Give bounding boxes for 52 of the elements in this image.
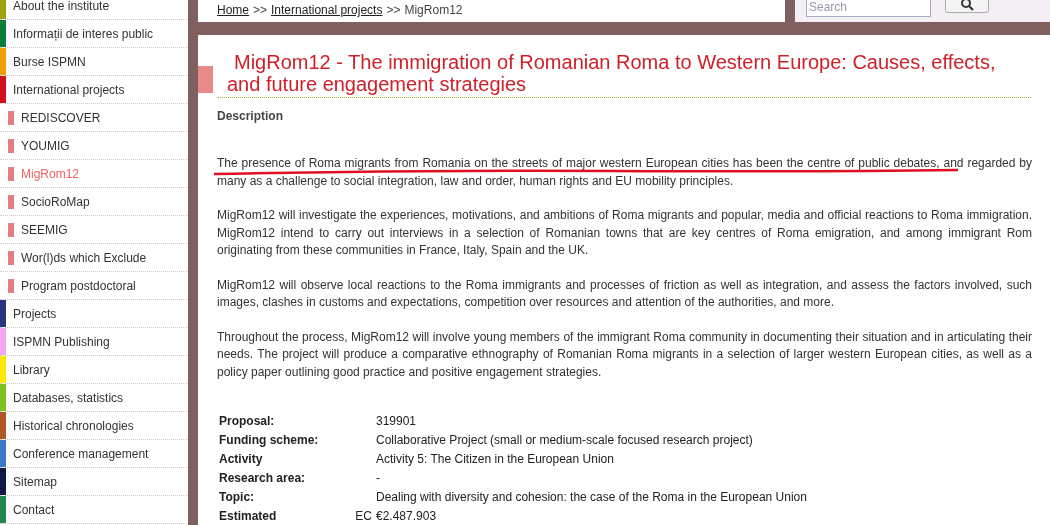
nav-item[interactable]: ISPMN Publishing xyxy=(0,328,188,356)
nav-item[interactable]: YOUMIG xyxy=(0,132,188,160)
page-title: MigRom12 - The immigration of Romanian Roma to Western Europe: Causes, effects, and future engagement strategies xyxy=(227,51,997,95)
breadcrumb-separator: >> xyxy=(253,2,268,19)
title-marker xyxy=(198,66,213,93)
detail-value: Dealing with diversity and cohesion: the case of the Roma in the European Union xyxy=(376,490,807,504)
nav-item[interactable]: Informații de interes public xyxy=(0,20,188,48)
nav-item[interactable]: Conference management xyxy=(0,440,188,468)
breadcrumb-link[interactable]: International projects xyxy=(271,1,383,19)
detail-label: Proposal: xyxy=(219,414,275,428)
breadcrumb-link[interactable]: Home xyxy=(217,1,249,19)
nav-item[interactable]: SocioRoMap xyxy=(0,188,188,216)
currency-prefix: EC xyxy=(355,508,372,525)
search-icon xyxy=(960,0,974,11)
nav-item[interactable]: Library xyxy=(0,356,188,384)
description-paragraph: Throughout the process, MigRom12 will involve young members of the immigrant Roma community in documenting their situation and in articulating their needs. The project will produce a comparative ethnography of Romanian Roma migrants in a selection of larger western European cities, as well as a policy paper outlining good practice and positive engagement strategies. xyxy=(217,328,1032,381)
item-marker xyxy=(8,195,14,209)
item-marker xyxy=(8,251,14,265)
detail-label: Funding scheme: xyxy=(219,433,319,447)
detail-label: Estimated xyxy=(219,509,277,523)
nav-item[interactable]: International projects xyxy=(0,76,188,104)
nav-item[interactable]: About the institute xyxy=(0,0,188,20)
detail-value: Activity 5: The Citizen in the European Union xyxy=(376,452,614,466)
item-marker xyxy=(8,279,14,293)
nav-item[interactable]: REDISCOVER xyxy=(0,104,188,132)
description-paragraph: MigRom12 will observe local reactions to the Roma immigrants and processes of friction as well as integration, and assess the factors involved, such images, clashes in customs and expectations, competition over resources and attention of the authorities, and more. xyxy=(217,276,1032,311)
section-heading: Description xyxy=(217,108,284,125)
nav-item[interactable]: Projects xyxy=(0,300,188,328)
item-marker xyxy=(8,139,14,153)
description-paragraph: MigRom12 will investigate the experiences, motivations, and ambitions of Roma migrants and popular, media and official reactions to Roma immigration. MigRom12 intend to carry out interviews in a selection of Romanian towns that are key centres of Roma emigration, and among immigrant Rom originating from these communities in France, Italy, Spain and the UK. xyxy=(217,207,1032,259)
nav-item[interactable]: Wor(l)ds which Exclude xyxy=(0,244,188,272)
detail-value: Collaborative Project (small or medium-scale focused research project) xyxy=(376,433,753,447)
detail-label: Research area: xyxy=(219,471,306,485)
nav-item[interactable]: Program postdoctoral xyxy=(0,272,188,300)
description-paragraph: The presence of Roma migrants from Romania on the streets of major western European cities has been the centre of public debates, and regarded by many as a challenge to social integration, law and order, human rights and EU mobility principles. xyxy=(217,155,1032,190)
detail-value: - xyxy=(376,471,380,485)
nav-item[interactable]: Sitemap xyxy=(0,468,188,496)
detail-label: Topic: xyxy=(219,490,255,504)
detail-value: 319901 xyxy=(376,414,417,428)
detail-label: Activity xyxy=(219,452,263,466)
search-field[interactable]: Search xyxy=(806,0,931,17)
nav-item[interactable]: Burse ISPMN xyxy=(0,48,188,76)
nav-item[interactable]: Databases, statistics xyxy=(0,384,188,412)
nav-item[interactable]: Contact xyxy=(0,496,188,524)
breadcrumb-current: MigRom12 xyxy=(404,2,463,19)
item-marker xyxy=(8,111,14,125)
item-marker xyxy=(8,167,14,181)
nav-item[interactable]: SEEMIG xyxy=(0,216,188,244)
breadcrumb-separator: >> xyxy=(386,2,401,19)
nav-item[interactable]: Historical chronologies xyxy=(0,412,188,440)
item-marker xyxy=(8,223,14,237)
detail-value: €2.487.903 xyxy=(376,509,437,523)
